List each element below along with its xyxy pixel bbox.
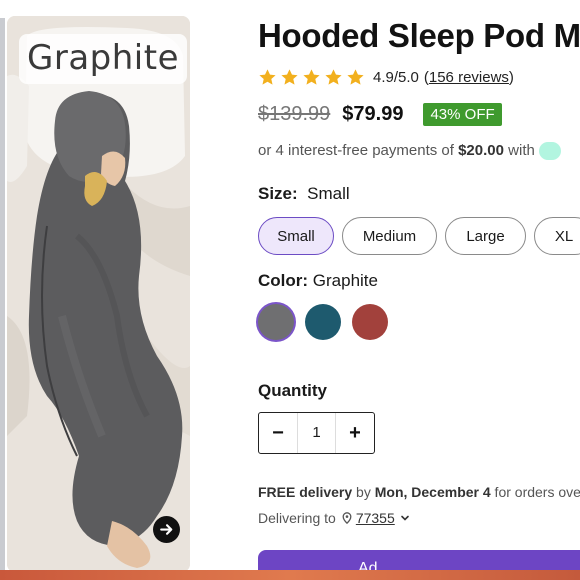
- swatch-red[interactable]: [352, 304, 388, 340]
- delivery-by: by: [352, 484, 375, 500]
- installments-prefix: or 4 interest-free payments of: [258, 142, 459, 159]
- quantity-label: Quantity: [258, 381, 327, 400]
- original-price: $139.99: [258, 103, 331, 125]
- color-selected-value: Graphite: [312, 271, 378, 290]
- rating-value: 4.9/5.0: [373, 69, 419, 86]
- price-row: $139.99 $79.99 43% OFF: [258, 103, 502, 126]
- location-pin-icon: [342, 512, 352, 524]
- size-label: Size: Small: [258, 184, 350, 204]
- quantity-stepper: − 1 +: [258, 412, 375, 454]
- size-options: Small Medium Large XL: [258, 217, 580, 255]
- pay-provider-logo[interactable]: [538, 142, 561, 161]
- size-selected-value: Small: [307, 184, 350, 203]
- zip-code-link[interactable]: 77355: [356, 510, 395, 526]
- delivery-date: Mon, December 4: [374, 484, 491, 500]
- size-option-xl[interactable]: XL: [534, 217, 580, 255]
- sleep-pod-photo: [7, 16, 190, 572]
- delivering-to-label: Delivering to: [258, 510, 336, 526]
- size-option-large[interactable]: Large: [445, 217, 526, 255]
- arrow-right-icon: [160, 524, 173, 535]
- color-name-overlay: Graphite: [19, 34, 187, 84]
- color-swatches: [258, 304, 388, 340]
- swatch-teal[interactable]: [305, 304, 341, 340]
- quantity-decrease-button[interactable]: −: [259, 413, 297, 453]
- thumbnail-strip[interactable]: [0, 18, 5, 572]
- paren-close: ): [508, 69, 514, 86]
- product-gallery: Graphite: [0, 0, 200, 572]
- installments-amount: $20.00: [458, 142, 504, 159]
- star-icon: [325, 69, 342, 85]
- star-icon: [259, 69, 276, 85]
- chevron-down-icon[interactable]: [400, 513, 410, 523]
- size-key: Size:: [258, 184, 298, 203]
- desktop-taskbar-edge: [0, 570, 580, 580]
- star-rating: [258, 68, 365, 87]
- product-title: Hooded Sleep Pod M: [258, 17, 580, 54]
- product-main-image[interactable]: Graphite: [7, 16, 190, 572]
- swatch-graphite[interactable]: [258, 304, 294, 340]
- rating-row: 4.9/5.0 (156 reviews): [258, 68, 514, 87]
- discount-badge: 43% OFF: [423, 103, 502, 126]
- quantity-value[interactable]: 1: [297, 413, 336, 453]
- delivering-to: Delivering to 77355: [258, 510, 410, 526]
- delivery-suffix: for orders ove: [490, 484, 580, 500]
- size-option-medium[interactable]: Medium: [342, 217, 437, 255]
- quantity-increase-button[interactable]: +: [336, 413, 374, 453]
- star-icon: [281, 69, 298, 85]
- delivery-free: FREE delivery: [258, 484, 353, 500]
- installments-suffix: with: [503, 142, 535, 159]
- star-icon: [347, 69, 364, 85]
- reviews-link[interactable]: 156 reviews: [429, 69, 509, 86]
- product-info-panel: Hooded Sleep Pod M 4.9/5.0 (156 reviews)…: [258, 0, 580, 580]
- star-icon: [303, 69, 320, 85]
- color-key: Color:: [258, 271, 309, 290]
- size-option-small[interactable]: Small: [258, 217, 334, 255]
- sale-price: $79.99: [342, 103, 404, 125]
- installments-note: or 4 interest-free payments of $20.00 wi…: [258, 142, 561, 161]
- delivery-info: FREE delivery by Mon, December 4 for ord…: [258, 484, 580, 500]
- color-label: Color: Graphite: [258, 271, 378, 291]
- next-image-button[interactable]: [153, 516, 180, 543]
